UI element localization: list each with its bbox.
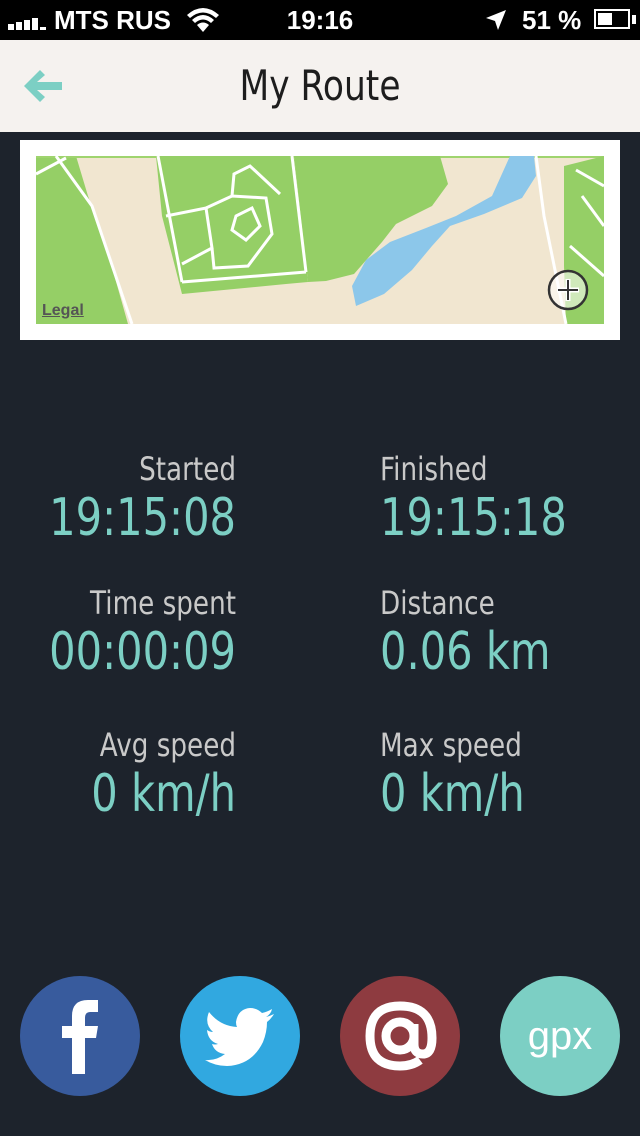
finished-label: Finished [380, 450, 488, 488]
time-spent-value: 00:00:09 [49, 622, 236, 682]
finished-value: 19:15:18 [380, 488, 567, 548]
battery-tip [632, 15, 636, 24]
time-spent-stat: Time spent 00:00:09 [0, 584, 236, 682]
avg-speed-stat: Avg speed 0 km/h [0, 726, 236, 824]
avg-speed-label: Avg speed [99, 726, 236, 764]
page-title: My Route [239, 61, 401, 110]
started-stat: Started 19:15:08 [0, 450, 236, 548]
share-gpx-button[interactable]: gpx [500, 976, 620, 1096]
max-speed-value: 0 km/h [380, 764, 525, 824]
started-value: 19:15:08 [49, 488, 236, 548]
distance-stat: Distance 0.06 km [380, 584, 640, 682]
distance-label: Distance [380, 584, 495, 622]
route-stats: Started 19:15:08 Finished 19:15:18 Time … [0, 440, 640, 860]
at-sign-icon [365, 1001, 437, 1071]
navigation-bar: My Route [0, 40, 640, 132]
distance-value: 0.06 km [380, 622, 551, 682]
share-email-button[interactable] [340, 976, 460, 1096]
max-speed-stat: Max speed 0 km/h [380, 726, 640, 824]
battery-level [598, 13, 612, 25]
map-frame: Legal [20, 140, 620, 340]
map-tiles [36, 156, 604, 324]
battery-icon [594, 9, 630, 29]
started-label: Started [139, 450, 236, 488]
zoom-plus-icon[interactable] [546, 268, 590, 312]
avg-speed-value: 0 km/h [91, 764, 236, 824]
share-twitter-button[interactable] [180, 976, 300, 1096]
max-speed-label: Max speed [380, 726, 522, 764]
share-facebook-button[interactable] [20, 976, 140, 1096]
finished-stat: Finished 19:15:18 [380, 450, 640, 548]
route-map[interactable]: Legal [36, 156, 604, 324]
status-bar: MTS RUS 19:16 51 % [0, 0, 640, 40]
map-legal-link[interactable]: Legal [42, 302, 84, 320]
my-route-screen: MTS RUS 19:16 51 % My Route Legal Starte… [0, 0, 640, 1136]
facebook-icon [62, 1000, 98, 1074]
gpx-label: gpx [527, 1013, 593, 1058]
twitter-icon [205, 1008, 274, 1066]
time-spent-label: Time spent [90, 584, 236, 622]
back-arrow-icon[interactable] [18, 62, 70, 110]
battery-percent: 51 % [522, 5, 582, 35]
location-arrow-icon [486, 10, 506, 30]
